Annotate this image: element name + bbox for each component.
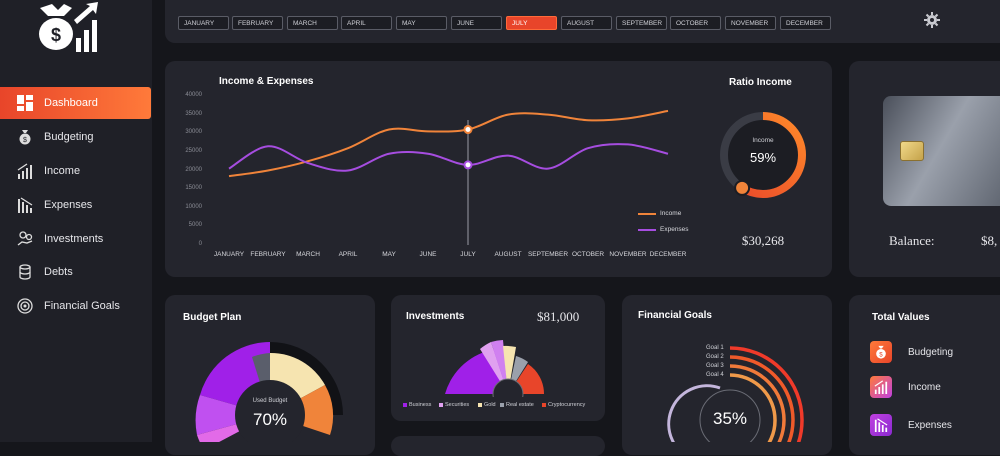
legend-item-expenses: Expenses [638, 226, 689, 233]
legend-item-securities: Securities [439, 402, 469, 408]
x-tick-label: MARCH [296, 251, 320, 258]
x-tick-label: JUNE [419, 251, 437, 258]
y-tick-label: 15000 [185, 185, 202, 192]
total-values-label: Budgeting [908, 346, 954, 358]
y-tick-label: 0 [198, 241, 202, 247]
settings-gear-icon[interactable] [924, 12, 940, 28]
y-tick-label: 20000 [185, 166, 202, 173]
sidebar-item-label: Income [44, 165, 81, 177]
budget-used-percent: 70% [252, 410, 288, 429]
budget-plan-title: Budget Plan [183, 312, 242, 323]
sidebar-item-income[interactable]: Income [0, 155, 151, 187]
balance-label: Balance: [889, 233, 935, 248]
sidebar-item-budgeting[interactable]: $ Budgeting [0, 121, 151, 153]
budget-used-label: Used Budget [252, 398, 288, 404]
x-tick-label: JULY [460, 251, 476, 258]
total-values-label: Income [908, 381, 941, 393]
financial-goals-title: Financial Goals [638, 310, 712, 321]
legend-item-gold: Gold [478, 402, 496, 408]
total-values-label: Expenses [908, 419, 952, 431]
total-values-item-income[interactable]: Income [870, 374, 941, 400]
month-button-january[interactable]: JANUARY [178, 16, 229, 30]
bar-chart-down-icon [870, 414, 892, 436]
legend-item-cryptocurrency: Cryptocurrency [542, 402, 585, 408]
month-button-march[interactable]: MARCH [287, 16, 338, 30]
sidebar-item-label: Financial Goals [44, 300, 120, 312]
x-tick-label: NOVEMBER [609, 251, 647, 258]
y-tick-label: 30000 [185, 129, 202, 136]
x-tick-label: OCTOBER [571, 251, 605, 258]
legend-item-real-estate: Real estate [500, 402, 534, 408]
sidebar-item-debts[interactable]: Debts [0, 256, 151, 288]
month-button-august[interactable]: AUGUST [561, 16, 612, 30]
money-bag-icon: $ [870, 341, 892, 363]
y-tick-label: 35000 [185, 110, 202, 117]
money-bag-logo-icon: $ [39, 2, 98, 52]
ratio-income-amount: $30,268 [741, 233, 785, 248]
hand-coins-icon [16, 230, 34, 248]
month-button-april[interactable]: APRIL [341, 16, 392, 30]
x-tick-label: JANUARY [213, 251, 245, 258]
target-icon [16, 297, 34, 315]
investments-title: Investments [406, 311, 465, 322]
svg-text:$: $ [879, 351, 883, 358]
month-button-june[interactable]: JUNE [451, 16, 502, 30]
sidebar: $ Dashboard $ Budgeting Income Expenses … [0, 0, 152, 442]
month-button-november[interactable]: NOVEMBER [725, 16, 776, 30]
income-expenses-title: Income & Expenses [219, 76, 314, 87]
svg-text:$: $ [23, 137, 27, 144]
sidebar-item-label: Dashboard [44, 97, 98, 109]
investments-amount: $81,000 [537, 309, 580, 324]
sidebar-item-financial-goals[interactable]: Financial Goals [0, 290, 151, 322]
legend-item-business: Business [403, 402, 431, 408]
month-button-july[interactable]: JULY [506, 16, 557, 30]
y-tick-label: 25000 [185, 147, 202, 154]
investments-radial-chart [445, 340, 545, 397]
sidebar-item-expenses[interactable]: Expenses [0, 189, 151, 221]
ratio-income-percent: 59% [749, 150, 777, 165]
card-chip-icon [900, 141, 924, 161]
bar-chart-up-icon [16, 162, 34, 180]
y-tick-label: 5000 [188, 222, 202, 229]
bar-chart-down-icon [16, 196, 34, 214]
month-button-october[interactable]: OCTOBER [670, 16, 721, 30]
x-tick-label: FEBRUARY [250, 251, 286, 258]
month-button-february[interactable]: FEBRUARY [232, 16, 283, 30]
total-values-item-expenses[interactable]: Expenses [870, 412, 952, 438]
money-bag-icon: $ [16, 128, 34, 146]
legend-item-income: Income [638, 210, 681, 217]
month-button-september[interactable]: SEPTEMBER [616, 16, 667, 30]
x-tick-label: MAY [382, 251, 396, 258]
ratio-income-title: Ratio Income [729, 77, 792, 88]
lower-card [391, 436, 605, 456]
month-button-may[interactable]: MAY [396, 16, 447, 30]
total-values-item-budgeting[interactable]: $ Budgeting [870, 339, 953, 365]
sidebar-item-investments[interactable]: Investments [0, 223, 151, 255]
x-tick-label: APRIL [338, 251, 358, 258]
y-tick-label: 10000 [185, 203, 202, 210]
ratio-income-center-label: Income [752, 137, 774, 144]
sidebar-item-label: Debts [44, 266, 73, 278]
svg-text:$: $ [51, 25, 61, 45]
x-tick-label: AUGUST [494, 251, 522, 258]
sidebar-item-dashboard[interactable]: Dashboard [0, 87, 151, 119]
total-values-title: Total Values [872, 312, 930, 323]
coins-stack-icon [16, 263, 34, 281]
balance-value: $8, [981, 233, 998, 248]
month-button-december[interactable]: DECEMBER [780, 16, 831, 30]
x-tick-label: DECEMBER [649, 251, 687, 258]
sidebar-item-label: Budgeting [44, 131, 94, 143]
sidebar-item-label: Investments [44, 233, 104, 245]
sidebar-item-label: Expenses [44, 199, 93, 211]
y-tick-label: 40000 [185, 92, 202, 98]
dashboard-icon [16, 94, 34, 112]
financial-goals-percent: 35% [712, 409, 748, 428]
bar-chart-up-icon [870, 376, 892, 398]
x-tick-label: SEPTEMBER [527, 251, 569, 258]
